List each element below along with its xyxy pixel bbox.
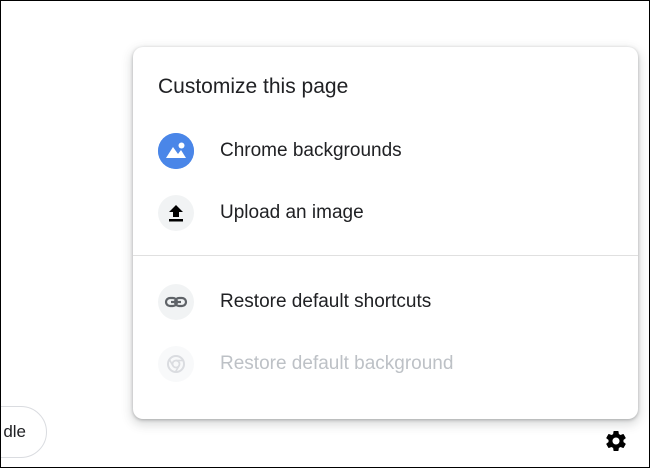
upload-icon <box>158 195 194 231</box>
customize-menu: Customize this page Chrome backgrounds U… <box>133 47 638 419</box>
menu-item-chrome-backgrounds[interactable]: Chrome backgrounds <box>133 123 638 179</box>
chrome-logo-icon <box>158 346 194 382</box>
menu-item-label: Restore default background <box>220 353 454 374</box>
menu-item-restore-shortcuts[interactable]: Restore default shortcuts <box>133 274 638 330</box>
menu-item-label: Restore default shortcuts <box>220 291 432 312</box>
shortcut-pill-label: dle <box>3 422 26 441</box>
gear-icon[interactable] <box>604 429 628 453</box>
menu-item-restore-background: Restore default background <box>133 336 638 392</box>
menu-item-label: Upload an image <box>220 202 364 223</box>
shortcut-pill-button[interactable]: dle <box>1 406 47 458</box>
new-tab-page: dle Customize this page Chrome backgroun… <box>0 0 650 468</box>
menu-item-label: Chrome backgrounds <box>220 140 402 161</box>
landscape-icon <box>158 133 194 169</box>
link-icon <box>158 284 194 320</box>
menu-item-upload-image[interactable]: Upload an image <box>133 185 638 241</box>
menu-title: Customize this page <box>158 75 349 98</box>
menu-divider <box>133 255 638 256</box>
